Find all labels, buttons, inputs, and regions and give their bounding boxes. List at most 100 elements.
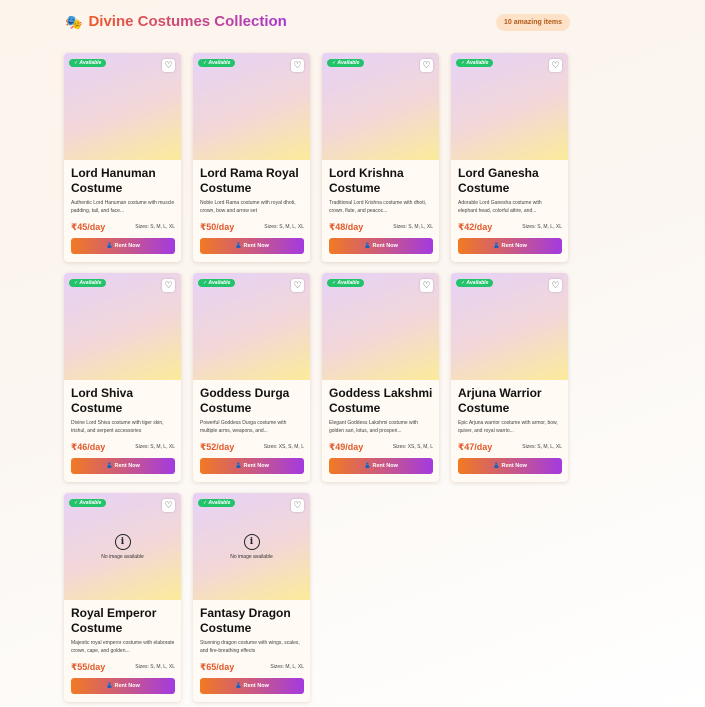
price-row: ₹48/day Sizes: S, M, L, XL <box>329 221 433 233</box>
costume-card: ✓ Available ♡ Lord Ganesha Costume Adora… <box>451 53 568 262</box>
costume-name: Arjuna Warrior Costume <box>458 386 542 415</box>
rent-now-button[interactable]: 👗 Rent Now <box>71 678 175 694</box>
card-body: Lord Ganesha Costume Adorable Lord Ganes… <box>458 166 562 215</box>
card-body: Goddess Lakshmi Costume Elegant Goddess … <box>329 386 433 435</box>
info-circle-icon: i <box>114 534 131 550</box>
rent-now-button[interactable]: 👗 Rent Now <box>200 238 304 254</box>
heart-icon[interactable]: ♡ <box>291 279 304 292</box>
costume-description: Noble Lord Rama costume with royal dhoti… <box>200 200 296 214</box>
page-header: 🎭 Divine Costumes Collection 10 amazing … <box>65 12 570 34</box>
rent-now-button[interactable]: 👗 Rent Now <box>200 678 304 694</box>
costume-description: Authentic Lord Hanuman costume with musc… <box>71 200 175 214</box>
available-badge: ✓ Available <box>456 59 494 67</box>
costume-description: Divine Lord Shiva costume with tiger ski… <box>71 420 164 434</box>
costume-image: ✓ Available ♡ <box>451 53 568 160</box>
available-badge: ✓ Available <box>69 59 107 67</box>
no-image-text: No image available <box>101 554 144 560</box>
price-row: ₹52/day Sizes: XS, S, M, L <box>200 441 304 453</box>
costume-description: Majestic royal emperor costume with elab… <box>71 640 175 654</box>
heart-icon[interactable]: ♡ <box>162 279 175 292</box>
costume-description: Powerful Goddess Durga costume with mult… <box>200 420 287 434</box>
costume-sizes: Sizes: S, M, L, XL <box>264 224 304 230</box>
price-row: ₹42/day Sizes: S, M, L, XL <box>458 221 562 233</box>
available-badge: ✓ Available <box>69 499 107 507</box>
costume-image: ✓ Available ♡ <box>193 273 310 380</box>
costume-price: ₹42/day <box>458 222 493 232</box>
rent-now-button[interactable]: 👗 Rent Now <box>329 458 433 474</box>
available-badge: ✓ Available <box>327 59 365 67</box>
available-badge: ✓ Available <box>198 59 236 67</box>
price-row: ₹65/day Sizes: M, L, XL <box>200 661 304 673</box>
costume-price: ₹46/day <box>71 442 106 452</box>
costume-card: ✓ Available ♡ Lord Krishna Costume Tradi… <box>322 53 439 262</box>
rent-now-button[interactable]: 👗 Rent Now <box>458 458 562 474</box>
costume-image: ✓ Available ♡ <box>322 273 439 380</box>
costume-price: ₹55/day <box>71 662 106 672</box>
card-body: Lord Shiva Costume Divine Lord Shiva cos… <box>71 386 175 435</box>
costume-description: Elegant Goddess Lakshmi costume with gol… <box>329 420 418 434</box>
rent-now-button[interactable]: 👗 Rent Now <box>71 458 175 474</box>
costume-price: ₹45/day <box>71 222 106 232</box>
costume-sizes: Sizes: S, M, L, XL <box>135 444 175 450</box>
costume-description: Adorable Lord Ganesha costume with eleph… <box>458 200 542 214</box>
costume-image: ✓ Available ♡ <box>193 53 310 160</box>
costume-sizes: Sizes: S, M, L, XL <box>393 224 433 230</box>
costume-name: Fantasy Dragon Costume <box>200 606 291 635</box>
card-body: Arjuna Warrior Costume Epic Arjuna warri… <box>458 386 562 435</box>
heart-icon[interactable]: ♡ <box>162 499 175 512</box>
costume-card: ✓ Available ♡ Arjuna Warrior Costume Epi… <box>451 273 568 482</box>
card-body: Goddess Durga Costume Powerful Goddess D… <box>200 386 304 435</box>
costume-name: Lord Rama Royal Costume <box>200 166 299 195</box>
costume-card: ✓ Available ♡ Lord Rama Royal Costume No… <box>193 53 310 262</box>
item-count-badge: 10 amazing items <box>496 14 570 31</box>
price-row: ₹50/day Sizes: S, M, L, XL <box>200 221 304 233</box>
costume-sizes: Sizes: S, M, L, XL <box>522 444 562 450</box>
costume-image: ✓ Available ♡ i No image available <box>64 493 181 600</box>
costume-price: ₹48/day <box>329 222 364 232</box>
costume-name: Lord Shiva Costume <box>71 386 134 415</box>
card-body: Lord Hanuman Costume Authentic Lord Hanu… <box>71 166 175 215</box>
card-body: Royal Emperor Costume Majestic royal emp… <box>71 606 175 655</box>
rent-now-button[interactable]: 👗 Rent Now <box>200 458 304 474</box>
rent-now-button[interactable]: 👗 Rent Now <box>329 238 433 254</box>
costume-sizes: Sizes: S, M, L, XL <box>135 224 175 230</box>
costume-card: ✓ Available ♡ Goddess Lakshmi Costume El… <box>322 273 439 482</box>
no-image-placeholder: i No image available <box>64 531 181 560</box>
costume-price: ₹65/day <box>200 662 235 672</box>
rent-now-button[interactable]: 👗 Rent Now <box>71 238 175 254</box>
heart-icon[interactable]: ♡ <box>162 59 175 72</box>
heart-icon[interactable]: ♡ <box>420 59 433 72</box>
available-badge: ✓ Available <box>456 279 494 287</box>
card-body: Lord Rama Royal Costume Noble Lord Rama … <box>200 166 304 215</box>
costume-price: ₹49/day <box>329 442 364 452</box>
costume-sizes: Sizes: S, M, L, XL <box>522 224 562 230</box>
heart-icon[interactable]: ♡ <box>420 279 433 292</box>
heart-icon[interactable]: ♡ <box>291 499 304 512</box>
card-body: Fantasy Dragon Costume Stunning dragon c… <box>200 606 304 655</box>
available-badge: ✓ Available <box>69 279 107 287</box>
rent-now-button[interactable]: 👗 Rent Now <box>458 238 562 254</box>
card-body: Lord Krishna Costume Traditional Lord Kr… <box>329 166 433 215</box>
price-row: ₹49/day Sizes: XS, S, M, L <box>329 441 433 453</box>
available-badge: ✓ Available <box>198 499 236 507</box>
costume-name: Goddess Durga Costume <box>200 386 290 415</box>
available-badge: ✓ Available <box>327 279 365 287</box>
price-row: ₹45/day Sizes: S, M, L, XL <box>71 221 175 233</box>
costume-sizes: Sizes: XS, S, M, L <box>392 444 433 450</box>
info-circle-icon: i <box>243 534 260 550</box>
page-title: Divine Costumes Collection <box>88 13 287 30</box>
costume-card: ✓ Available ♡ Goddess Durga Costume Powe… <box>193 273 310 482</box>
costume-description: Traditional Lord Krishna costume with dh… <box>329 200 427 214</box>
no-image-placeholder: i No image available <box>193 531 310 560</box>
heart-icon[interactable]: ♡ <box>291 59 304 72</box>
costume-sizes: Sizes: S, M, L, XL <box>135 664 175 670</box>
costume-price: ₹50/day <box>200 222 235 232</box>
costume-description: Stunning dragon costume with wings, scal… <box>200 640 300 654</box>
costume-card: ✓ Available ♡ i No image available Royal… <box>64 493 181 702</box>
costume-image: ✓ Available ♡ <box>64 273 181 380</box>
price-row: ₹46/day Sizes: S, M, L, XL <box>71 441 175 453</box>
heart-icon[interactable]: ♡ <box>549 59 562 72</box>
heart-icon[interactable]: ♡ <box>549 279 562 292</box>
price-row: ₹55/day Sizes: S, M, L, XL <box>71 661 175 673</box>
price-row: ₹47/day Sizes: S, M, L, XL <box>458 441 562 453</box>
